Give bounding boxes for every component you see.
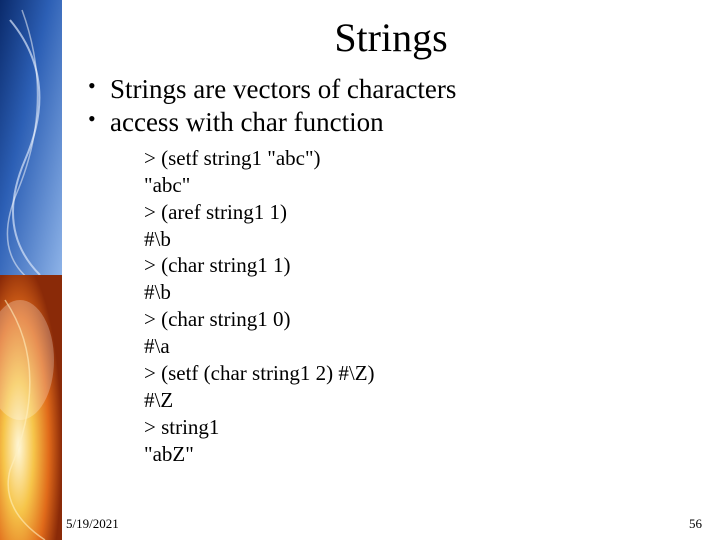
footer-date: 5/19/2021 <box>66 516 119 532</box>
code-line: > (aref string1 1) <box>144 200 287 224</box>
code-line: "abZ" <box>144 442 194 466</box>
code-line: > (char string1 1) <box>144 253 291 277</box>
decorative-sidebar <box>0 0 62 540</box>
code-block: > (setf string1 "abc") "abc" > (aref str… <box>144 145 700 468</box>
bullet-item: access with char function <box>84 106 700 139</box>
slide-content: Strings Strings are vectors of character… <box>62 0 720 540</box>
footer-page-number: 56 <box>689 516 702 532</box>
code-line: "abc" <box>144 173 190 197</box>
code-line: #\a <box>144 334 170 358</box>
code-line: #\Z <box>144 388 173 412</box>
bullet-list: Strings are vectors of characters access… <box>84 73 700 139</box>
code-line: > (setf (char string1 2) #\Z) <box>144 361 375 385</box>
bullet-item: Strings are vectors of characters <box>84 73 700 106</box>
code-line: > (setf string1 "abc") <box>144 146 321 170</box>
slide-title: Strings <box>82 14 700 61</box>
code-line: > string1 <box>144 415 219 439</box>
code-line: > (char string1 0) <box>144 307 291 331</box>
code-line: #\b <box>144 227 171 251</box>
code-line: #\b <box>144 280 171 304</box>
